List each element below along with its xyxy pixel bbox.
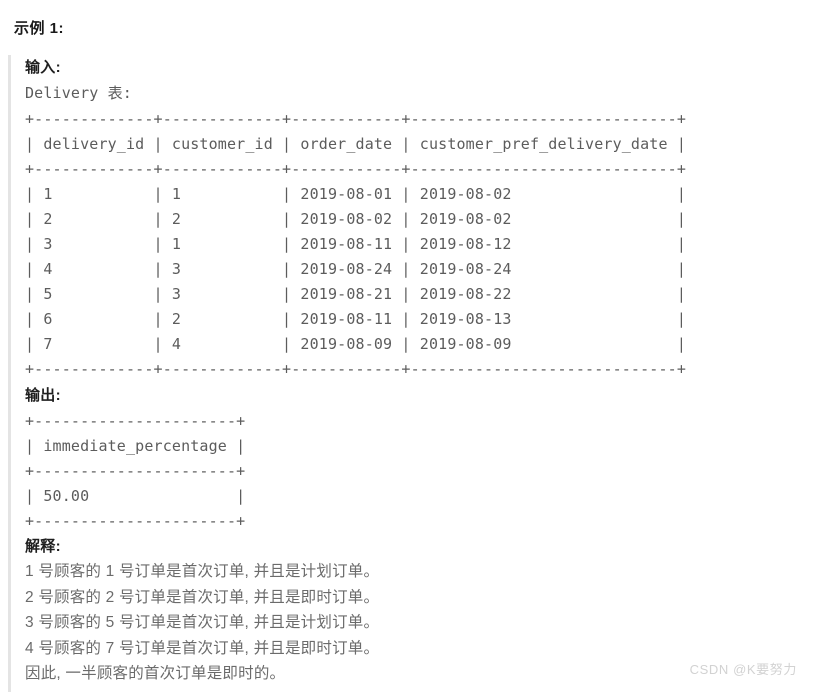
explanation-label: 解释: (25, 538, 61, 555)
example-blockquote: 输入: Delivery 表: +-------------+---------… (8, 55, 813, 692)
explanation-line: 4 号顾客的 7 号订单是首次订单, 并且是即时订单。 (25, 639, 380, 657)
explanation-line: 2 号顾客的 2 号订单是首次订单, 并且是即时订单。 (25, 588, 380, 606)
explanation-line: 3 号顾客的 5 号订单是首次订单, 并且是计划订单。 (25, 614, 380, 631)
delivery-table: +-------------+-------------+-----------… (25, 110, 687, 378)
csdn-watermark: CSDN @K要努力 (689, 662, 797, 677)
blockquote-content: 输入: Delivery 表: +-------------+---------… (11, 55, 813, 692)
explanation-line: 因此, 一半顾客的首次订单是即时的。 (25, 665, 286, 682)
explanation-line: 1 号顾客的 1 号订单是首次订单, 并且是计划订单。 (25, 563, 380, 580)
output-table: +----------------------+ | immediate_per… (25, 412, 246, 530)
explanation-lines: 1 号顾客的 1 号订单是首次订单, 并且是计划订单。 2 号顾客的 2 号订单… (25, 559, 379, 687)
delivery-table-name: Delivery 表: (25, 84, 132, 102)
page-title: 示例 1: (14, 20, 65, 37)
input-label: 输入: (25, 59, 61, 76)
output-label: 输出: (25, 387, 61, 404)
